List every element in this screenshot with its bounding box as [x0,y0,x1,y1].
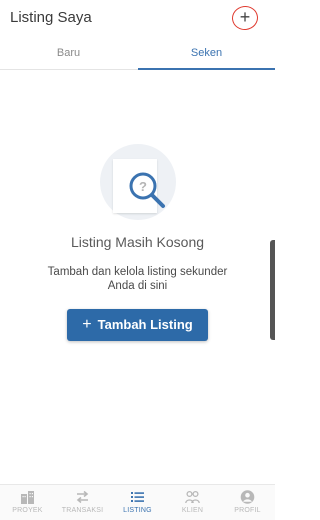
nav-item-transaksi[interactable]: TRANSAKSI [55,485,110,520]
list-icon [131,492,144,502]
nav-item-klien[interactable]: KLIEN [165,485,220,520]
page-title: Listing Saya [10,9,92,26]
search-document-icon: ? [100,144,176,220]
add-listing-label: Tambah Listing [97,317,193,332]
svg-text:?: ? [139,179,147,194]
empty-state-title: Listing Masih Kosong [70,234,205,250]
magnifier-icon: ? [129,172,165,208]
nav-label: PROFIL [234,507,261,514]
tab-baru[interactable]: Baru [0,38,137,70]
plus-icon: + [82,316,92,333]
nav-label: PROYEK [12,507,43,514]
scroll-handle[interactable] [270,240,275,340]
add-listing-icon-button[interactable]: + [230,4,260,32]
add-listing-button[interactable]: + Tambah Listing [67,309,208,341]
nav-label: TRANSAKSI [61,507,104,514]
listing-tabs: Baru Seken [0,38,275,70]
building-icon [21,491,34,504]
nav-label: LISTING [123,507,152,514]
bottom-navigation: PROYEK TRANSAKSI LISTING KLIEN PROFIL [0,484,275,520]
nav-item-listing[interactable]: LISTING [110,485,165,520]
people-icon [185,490,200,504]
swap-arrows-icon [76,490,89,504]
empty-state-description: Tambah dan kelola listing sekunder Anda … [47,266,228,292]
nav-item-proyek[interactable]: PROYEK [0,485,55,520]
app-header: Listing Saya + [0,0,275,38]
plus-icon: + [239,7,251,27]
user-icon [240,490,255,504]
tab-seken[interactable]: Seken [138,38,275,70]
nav-item-profil[interactable]: PROFIL [220,485,275,520]
nav-label: KLIEN [181,507,204,514]
